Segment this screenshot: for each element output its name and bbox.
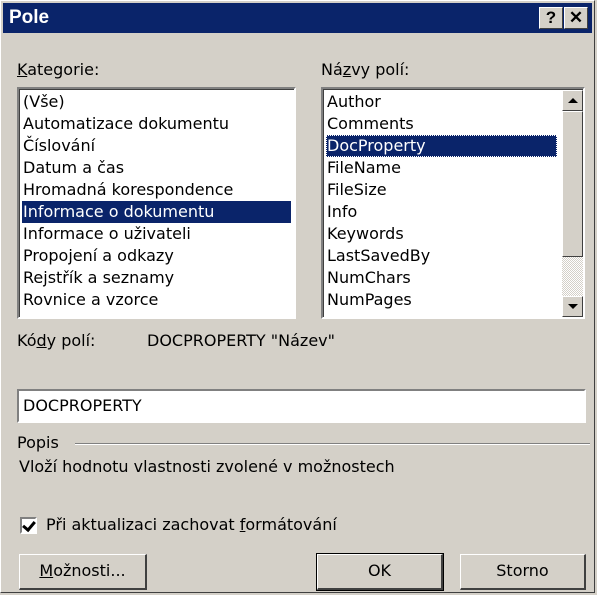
dialog-title: Pole [9, 7, 50, 28]
field-names-list: Author Comments DocProperty FileName Fil… [323, 89, 583, 317]
title-bar: Pole ? ✕ [3, 3, 592, 33]
list-item[interactable]: (Vše) [22, 91, 65, 113]
list-item-selected[interactable]: DocProperty [326, 135, 557, 157]
field-names-scrollbar[interactable] [562, 90, 583, 317]
list-item[interactable]: Rejstřík a seznamy [22, 267, 174, 289]
field-codes-label: Kódy polí: [17, 331, 96, 350]
field-code-input[interactable]: DOCPROPERTY [17, 389, 586, 423]
checkmark-icon [22, 517, 36, 533]
help-icon: ? [545, 8, 557, 27]
preserve-formatting-checkbox[interactable] [20, 517, 37, 534]
list-item[interactable]: Comments [326, 113, 414, 135]
description-group-label: Popis [17, 433, 59, 452]
arrow-down-icon [568, 304, 578, 309]
field-dialog: Pole ? ✕ Kategorie: Názvy polí: (Vše) Au… [0, 0, 595, 593]
list-item[interactable]: Propojení a odkazy [22, 245, 174, 267]
close-button[interactable]: ✕ [564, 7, 588, 29]
list-item[interactable]: NumChars [326, 267, 411, 289]
list-item[interactable]: Keywords [326, 223, 404, 245]
list-item-selected[interactable]: Informace o dokumentu [22, 201, 291, 223]
categories-list: (Vše) Automatizace dokumentu Číslování D… [19, 89, 294, 317]
scroll-thumb[interactable] [562, 111, 583, 257]
list-item[interactable]: NumPages [326, 289, 412, 311]
list-item[interactable]: Automatizace dokumentu [22, 113, 229, 135]
options-button[interactable]: Možnosti... [19, 554, 147, 590]
description-divider [75, 443, 590, 445]
description-text: Vloží hodnotu vlastnosti zvolené v možno… [19, 457, 395, 476]
list-item[interactable]: FileSize [326, 179, 387, 201]
cancel-button[interactable]: Storno [460, 554, 586, 590]
categories-label: Kategorie: [17, 60, 100, 79]
list-item[interactable]: Info [326, 201, 357, 223]
field-code-syntax: DOCPROPERTY "Název" [147, 331, 335, 350]
scroll-up-button[interactable] [562, 90, 583, 111]
preserve-formatting-label[interactable]: Při aktualizaci zachovat formátování [46, 515, 337, 535]
field-names-listbox[interactable]: Author Comments DocProperty FileName Fil… [321, 87, 585, 319]
categories-listbox[interactable]: (Vše) Automatizace dokumentu Číslování D… [17, 87, 296, 319]
list-item[interactable]: Datum a čas [22, 157, 124, 179]
help-button[interactable]: ? [539, 7, 563, 29]
list-item[interactable]: Author [326, 91, 381, 113]
field-names-label: Názvy polí: [321, 60, 410, 79]
list-item[interactable]: Rovnice a vzorce [22, 289, 158, 311]
ok-button[interactable]: OK [316, 553, 444, 591]
scroll-down-button[interactable] [562, 296, 583, 317]
list-item[interactable]: Informace o uživateli [22, 223, 191, 245]
list-item[interactable]: LastSavedBy [326, 245, 430, 267]
list-item[interactable]: Číslování [22, 135, 95, 157]
list-item[interactable]: FileName [326, 157, 401, 179]
list-item[interactable]: Hromadná korespondence [22, 179, 233, 201]
arrow-up-icon [568, 98, 578, 103]
close-icon: ✕ [568, 8, 584, 27]
